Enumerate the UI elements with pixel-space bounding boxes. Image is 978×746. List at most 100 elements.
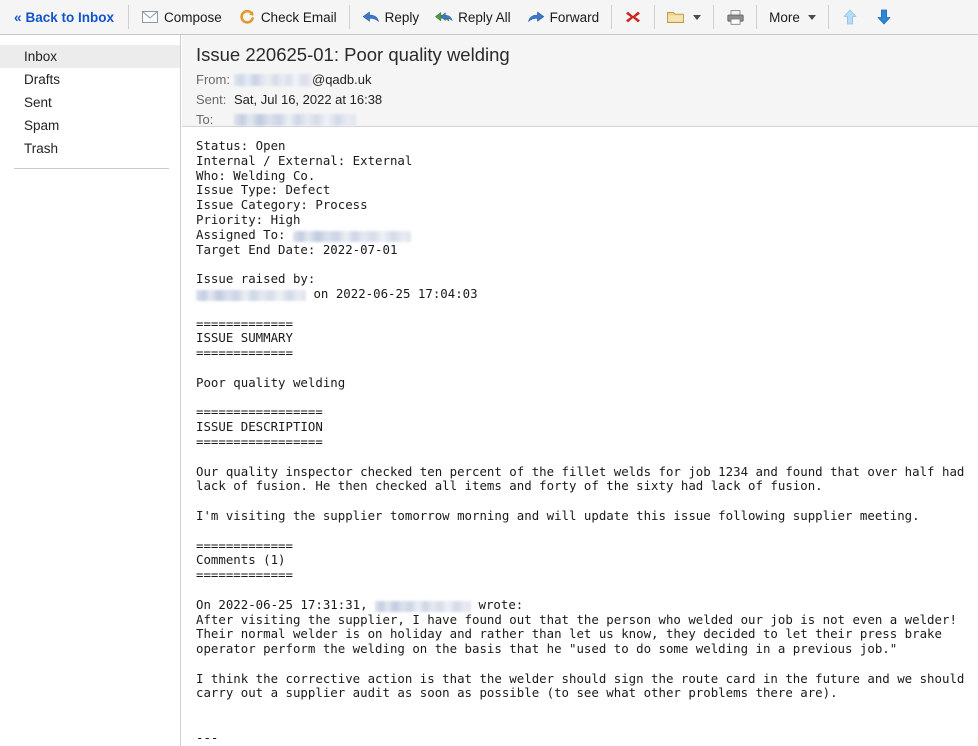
check-email-label: Check Email [260, 9, 337, 25]
more-button[interactable]: More [761, 4, 824, 30]
body-text: I think the corrective action is that th… [196, 670, 965, 686]
body-text: on 2022-06-25 17:04:03 [306, 285, 478, 301]
message-body: Status: Open Internal / External: Externa… [182, 127, 978, 745]
body-line: I'm visiting the supplier tomorrow morni… [196, 507, 964, 524]
redacted-recipient [234, 114, 356, 126]
reply-label: Reply [384, 9, 420, 25]
body-text: Issue raised by: [196, 271, 316, 287]
check-email-button[interactable]: Check Email [230, 4, 345, 30]
print-button[interactable] [718, 4, 752, 30]
body-text: Comments (1) [196, 552, 286, 568]
body-text: ISSUE SUMMARY [196, 330, 293, 346]
toolbar-divider [756, 5, 758, 29]
reply-all-label: Reply All [458, 9, 511, 25]
body-text: ============= [196, 345, 293, 361]
folder-sidebar: Inbox Drafts Sent Spam Trash [0, 35, 181, 746]
reply-all-button[interactable]: Reply All [427, 4, 519, 30]
body-line: ============= [196, 315, 964, 332]
redacted-text [375, 600, 472, 612]
sidebar-item-spam[interactable]: Spam [0, 114, 180, 137]
compose-label: Compose [164, 9, 222, 25]
body-line: Internal / External: External [196, 152, 964, 169]
toolbar: « Back to Inbox Compose Check Email Repl… [0, 0, 978, 35]
redacted-sender-name [234, 74, 312, 86]
delete-button[interactable] [616, 4, 650, 30]
toolbar-divider [348, 5, 350, 29]
sent-value: Sat, Jul 16, 2022 at 16:38 [234, 92, 383, 107]
reply-button[interactable]: Reply [354, 4, 428, 30]
body-text: ================= [196, 433, 323, 449]
body-line: operator perform the welding on the basi… [196, 641, 964, 657]
body-line: Poor quality welding [196, 374, 964, 391]
body-line [196, 391, 964, 406]
envelope-icon [141, 8, 159, 26]
body-line: Priority: High [196, 212, 964, 228]
down-arrow-icon [875, 8, 893, 26]
body-line: On 2022-06-25 17:31:31, wrote: [196, 596, 964, 613]
back-to-inbox-button[interactable]: « Back to Inbox [8, 4, 124, 30]
body-line [196, 494, 964, 509]
from-domain: @qadb.uk [312, 72, 372, 87]
from-label: From: [196, 72, 230, 87]
body-line: carry out a supplier audit as soon as po… [196, 686, 964, 701]
body-text: Who: Welding Co. [196, 167, 316, 183]
body-line: ============= [196, 345, 964, 361]
body-text: Status: Open [196, 138, 286, 153]
body-line: ISSUE DESCRIPTION [196, 419, 964, 435]
forward-button[interactable]: Forward [519, 4, 608, 30]
sent-label: Sent: [196, 92, 227, 107]
previous-message-button[interactable] [833, 4, 867, 30]
body-line [196, 701, 964, 716]
body-line: Comments (1) [196, 552, 964, 568]
redacted-text [292, 230, 411, 242]
sidebar-item-label: Trash [24, 141, 59, 156]
next-message-button[interactable] [867, 4, 901, 30]
sidebar-item-sent[interactable]: Sent [0, 91, 180, 114]
toolbar-divider [827, 5, 829, 29]
toolbar-divider [611, 5, 613, 29]
redacted-text [196, 289, 306, 301]
sidebar-item-label: Drafts [24, 72, 61, 87]
body-line [196, 583, 964, 598]
move-to-folder-button[interactable] [659, 4, 709, 30]
reply-all-arrow-icon [435, 8, 453, 26]
body-line [196, 302, 964, 317]
body-text: Assigned To: [196, 226, 293, 242]
from-row: From: @qadb.uk [196, 70, 964, 90]
message-subject: Issue 220625-01: Poor quality welding [196, 44, 510, 65]
chevron-down-icon [693, 14, 702, 20]
body-line [196, 361, 964, 376]
from-value: @qadb.uk [234, 70, 371, 90]
body-line: ================= [196, 404, 964, 420]
body-text: On 2022-06-25 17:31:31, [196, 596, 376, 612]
toolbar-divider [654, 5, 656, 29]
body-text: Internal / External: External [196, 152, 413, 168]
toolbar-divider [128, 5, 130, 29]
sidebar-item-trash[interactable]: Trash [0, 137, 180, 160]
body-line: ============= [196, 538, 964, 554]
body-line: on 2022-06-25 17:04:03 [196, 285, 964, 302]
folder-icon [667, 8, 685, 26]
body-line: After visiting the supplier, I have foun… [196, 611, 964, 628]
body-line: Their normal welder is on holiday and ra… [196, 626, 964, 642]
body-text: Target End Date: 2022-07-01 [196, 241, 398, 257]
body-text: After visiting the supplier, I have foun… [196, 611, 957, 627]
body-text: I'm visiting the supplier tomorrow morni… [196, 507, 920, 523]
body-text: wrote: [471, 596, 524, 612]
body-line: Issue Category: Process [196, 197, 964, 213]
body-line [196, 716, 964, 731]
body-text: Poor quality welding [196, 374, 346, 390]
body-line [196, 524, 964, 539]
body-line: lack of fusion. He then checked all item… [196, 478, 964, 494]
body-text: Our quality inspector checked ten percen… [196, 463, 965, 479]
body-line [196, 257, 964, 272]
sidebar-item-inbox[interactable]: Inbox [0, 45, 180, 68]
compose-button[interactable]: Compose [133, 4, 230, 30]
body-line: I think the corrective action is that th… [196, 670, 965, 687]
forward-label: Forward [549, 9, 600, 25]
body-line: Assigned To: [196, 226, 964, 243]
body-text: ============= [196, 315, 293, 331]
message-panel: Issue 220625-01: Poor quality welding Fr… [182, 35, 978, 746]
body-line [196, 657, 964, 672]
sidebar-item-drafts[interactable]: Drafts [0, 68, 180, 91]
